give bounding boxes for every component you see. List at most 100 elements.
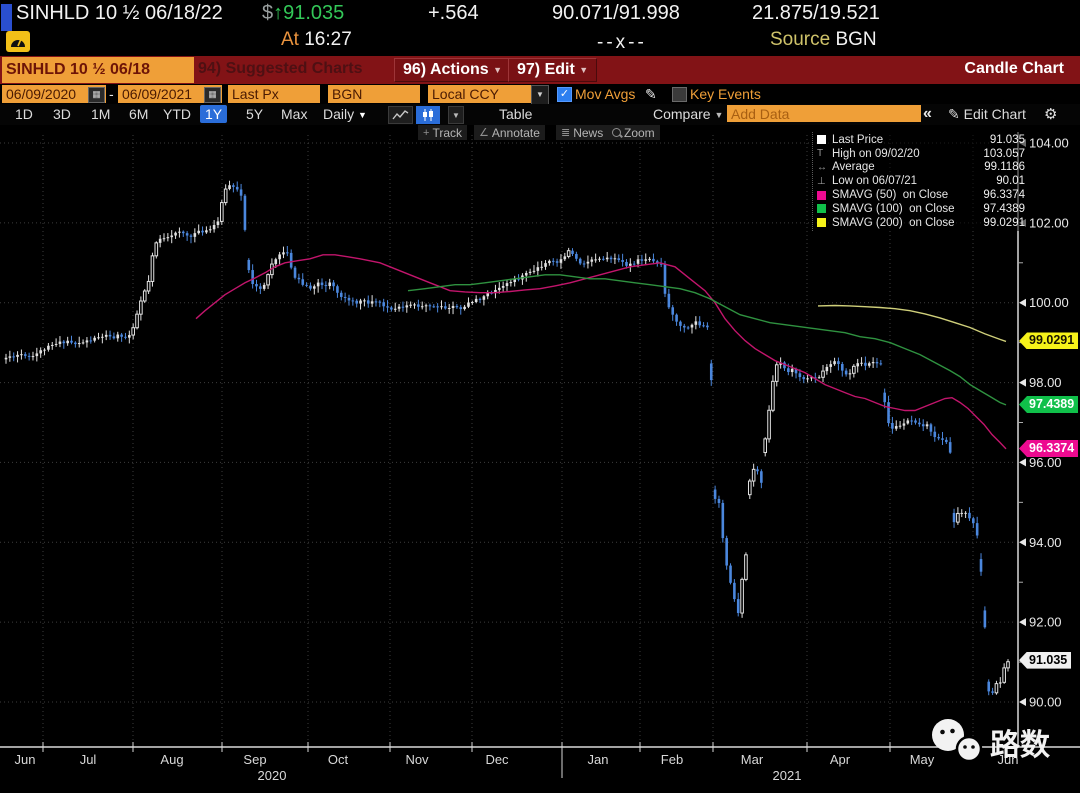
svg-text:92.00: 92.00	[1029, 615, 1062, 630]
calendar-icon[interactable]: ▦	[88, 87, 105, 103]
legend-label: Low on 06/07/21	[832, 175, 996, 187]
track-icon: +	[423, 127, 429, 139]
legend-value: 91.035	[990, 134, 1025, 146]
tool-label: News	[573, 126, 603, 140]
security-chip[interactable]: SINHLD 10 ½ 06/18	[2, 57, 194, 83]
legend-row: SMAVG (200) on Close99.0291	[817, 216, 1025, 230]
legend-value: 103.057	[983, 148, 1025, 160]
x-axis-year-label: 2021	[773, 768, 802, 783]
wechat-icon	[928, 716, 984, 768]
mov-avgs-checkbox[interactable]: ✓	[557, 87, 572, 102]
legend-label: Last Price	[832, 134, 990, 146]
key-events-label: Key Events	[690, 86, 761, 102]
mov-avgs-label: Mov Avgs	[575, 86, 635, 102]
legend-label: SMAVG (50) on Close	[832, 189, 983, 201]
compare-button[interactable]: Compare ▼	[648, 105, 728, 123]
mov-avgs-pencil-icon[interactable]: ✎	[645, 86, 657, 103]
date-to-field[interactable]: ▦06/09/2021	[118, 85, 222, 103]
period-button-1d[interactable]: 1D	[10, 105, 38, 123]
currency-symbol: $	[262, 2, 273, 24]
chart-legend: Last Price91.035THigh on 09/02/20103.057…	[812, 132, 1027, 231]
add-data-input[interactable]	[727, 105, 921, 122]
chart-toolbar: 1D 3D 1M 6M YTD1Y 5Y Max Daily ▼ ▼ Table Compa…	[0, 104, 1080, 125]
actions-menu[interactable]: 96) Actions ▼	[394, 58, 511, 82]
edit-menu[interactable]: 97) Edit ▼	[508, 58, 597, 82]
collapse-button[interactable]: «	[923, 105, 932, 123]
period-button-1y[interactable]: 1Y	[200, 105, 227, 123]
x-axis-month-label: Apr	[830, 752, 851, 767]
period-button-1m[interactable]: 1M	[86, 105, 115, 123]
track-button[interactable]: +Track	[418, 125, 467, 140]
legend-row: SMAVG (50) on Close96.3374	[817, 188, 1025, 202]
period-button-max[interactable]: Max	[276, 105, 312, 123]
currency-dropdown-button[interactable]: ▼	[531, 85, 549, 105]
chevron-down-icon: ▼	[579, 65, 588, 75]
up-arrow-icon: ↑	[273, 2, 283, 24]
period-button-5y[interactable]: 5Y	[241, 105, 268, 123]
news-button[interactable]: ≣News	[556, 125, 608, 140]
legend-marker-icon: T	[817, 148, 823, 159]
legend-row: ↔Average99.1186	[817, 161, 1025, 175]
currency-select[interactable]: Local CCY	[428, 85, 531, 103]
axis-price-badge: 97.4389	[1019, 396, 1078, 413]
legend-row: ⊥Low on 06/07/2190.01	[817, 174, 1025, 188]
tool-label: Zoom	[624, 126, 655, 140]
legend-value: 97.4389	[983, 203, 1025, 215]
chart-type-dropdown[interactable]: ▼	[448, 106, 464, 124]
chevron-down-icon: ▼	[714, 110, 723, 120]
candle-chart-icon[interactable]	[416, 106, 440, 124]
bid-ask-sizes: 21.875/19.521	[752, 2, 880, 25]
x-axis-month-label: Jun	[15, 752, 36, 767]
legend-swatch	[817, 191, 826, 200]
legend-value: 96.3374	[983, 189, 1025, 201]
magnifier-icon	[612, 128, 621, 137]
x-axis-month-label: Nov	[405, 752, 429, 767]
period-button-3d[interactable]: 3D	[48, 105, 76, 123]
frequency-select[interactable]: Daily ▼	[318, 105, 372, 123]
key-events-checkbox[interactable]	[672, 87, 687, 102]
line-chart-icon[interactable]	[388, 106, 413, 124]
security-title: SINHLD 10 ½ 06/18/22	[16, 2, 223, 25]
x-axis-month-label: Dec	[485, 752, 509, 767]
x-axis-year-label: 2020	[258, 768, 287, 783]
bloomberg-terminal-window: SINHLD 10 ½ 06/18/22 $↑ 91.035 +.564 90.0…	[0, 0, 1080, 793]
gauge-icon	[6, 31, 30, 52]
chart-settings-row: ▦06/09/2020 - ▦06/09/2021 Last Px BGN Lo…	[0, 84, 1080, 105]
x-axis-month-label: Mar	[741, 752, 764, 767]
legend-row: Last Price91.035	[817, 133, 1025, 147]
price-source: Source BGN	[770, 29, 877, 51]
annotate-button[interactable]: ∠Annotate	[474, 125, 545, 140]
bid-ask-separator: --x--	[597, 32, 647, 54]
annotate-icon: ∠	[479, 126, 489, 139]
pricing-source-select[interactable]: BGN	[328, 85, 420, 103]
bid-ask: 90.071/91.998	[552, 2, 680, 25]
legend-swatch	[817, 218, 826, 227]
edit-chart-button[interactable]: ✎ Edit Chart	[943, 105, 1031, 123]
svg-text:90.00: 90.00	[1029, 695, 1062, 710]
legend-label: SMAVG (100) on Close	[832, 203, 983, 215]
date-range-dash: -	[109, 86, 114, 102]
period-button-ytd[interactable]: YTD	[158, 105, 196, 123]
x-axis-month-label: Jan	[588, 752, 609, 767]
period-button-6m[interactable]: 6M	[124, 105, 153, 123]
tool-label: Annotate	[492, 126, 540, 140]
svg-text:96.00: 96.00	[1029, 455, 1062, 470]
calendar-icon[interactable]: ▦	[204, 87, 221, 103]
legend-swatch	[817, 204, 826, 213]
gear-icon[interactable]: ⚙	[1044, 105, 1057, 123]
tool-label: Track	[432, 126, 462, 140]
date-from-field[interactable]: ▦06/09/2020	[2, 85, 106, 103]
table-button[interactable]: Table	[494, 105, 537, 123]
quote-time: At 16:27	[281, 29, 352, 51]
price-change: +.564	[428, 2, 479, 25]
price-field-select[interactable]: Last Px	[228, 85, 320, 103]
chevron-down-icon: ▼	[493, 65, 502, 75]
legend-value: 99.0291	[983, 217, 1025, 229]
x-axis-month-label: Aug	[160, 752, 183, 767]
svg-text:98.00: 98.00	[1029, 375, 1062, 390]
suggested-charts-menu[interactable]: 94) Suggested Charts	[198, 60, 362, 78]
svg-text:104.00: 104.00	[1029, 136, 1069, 151]
news-icon: ≣	[561, 126, 570, 139]
zoom-button[interactable]: Zoom	[607, 125, 660, 140]
x-axis-month-label: Oct	[328, 752, 349, 767]
